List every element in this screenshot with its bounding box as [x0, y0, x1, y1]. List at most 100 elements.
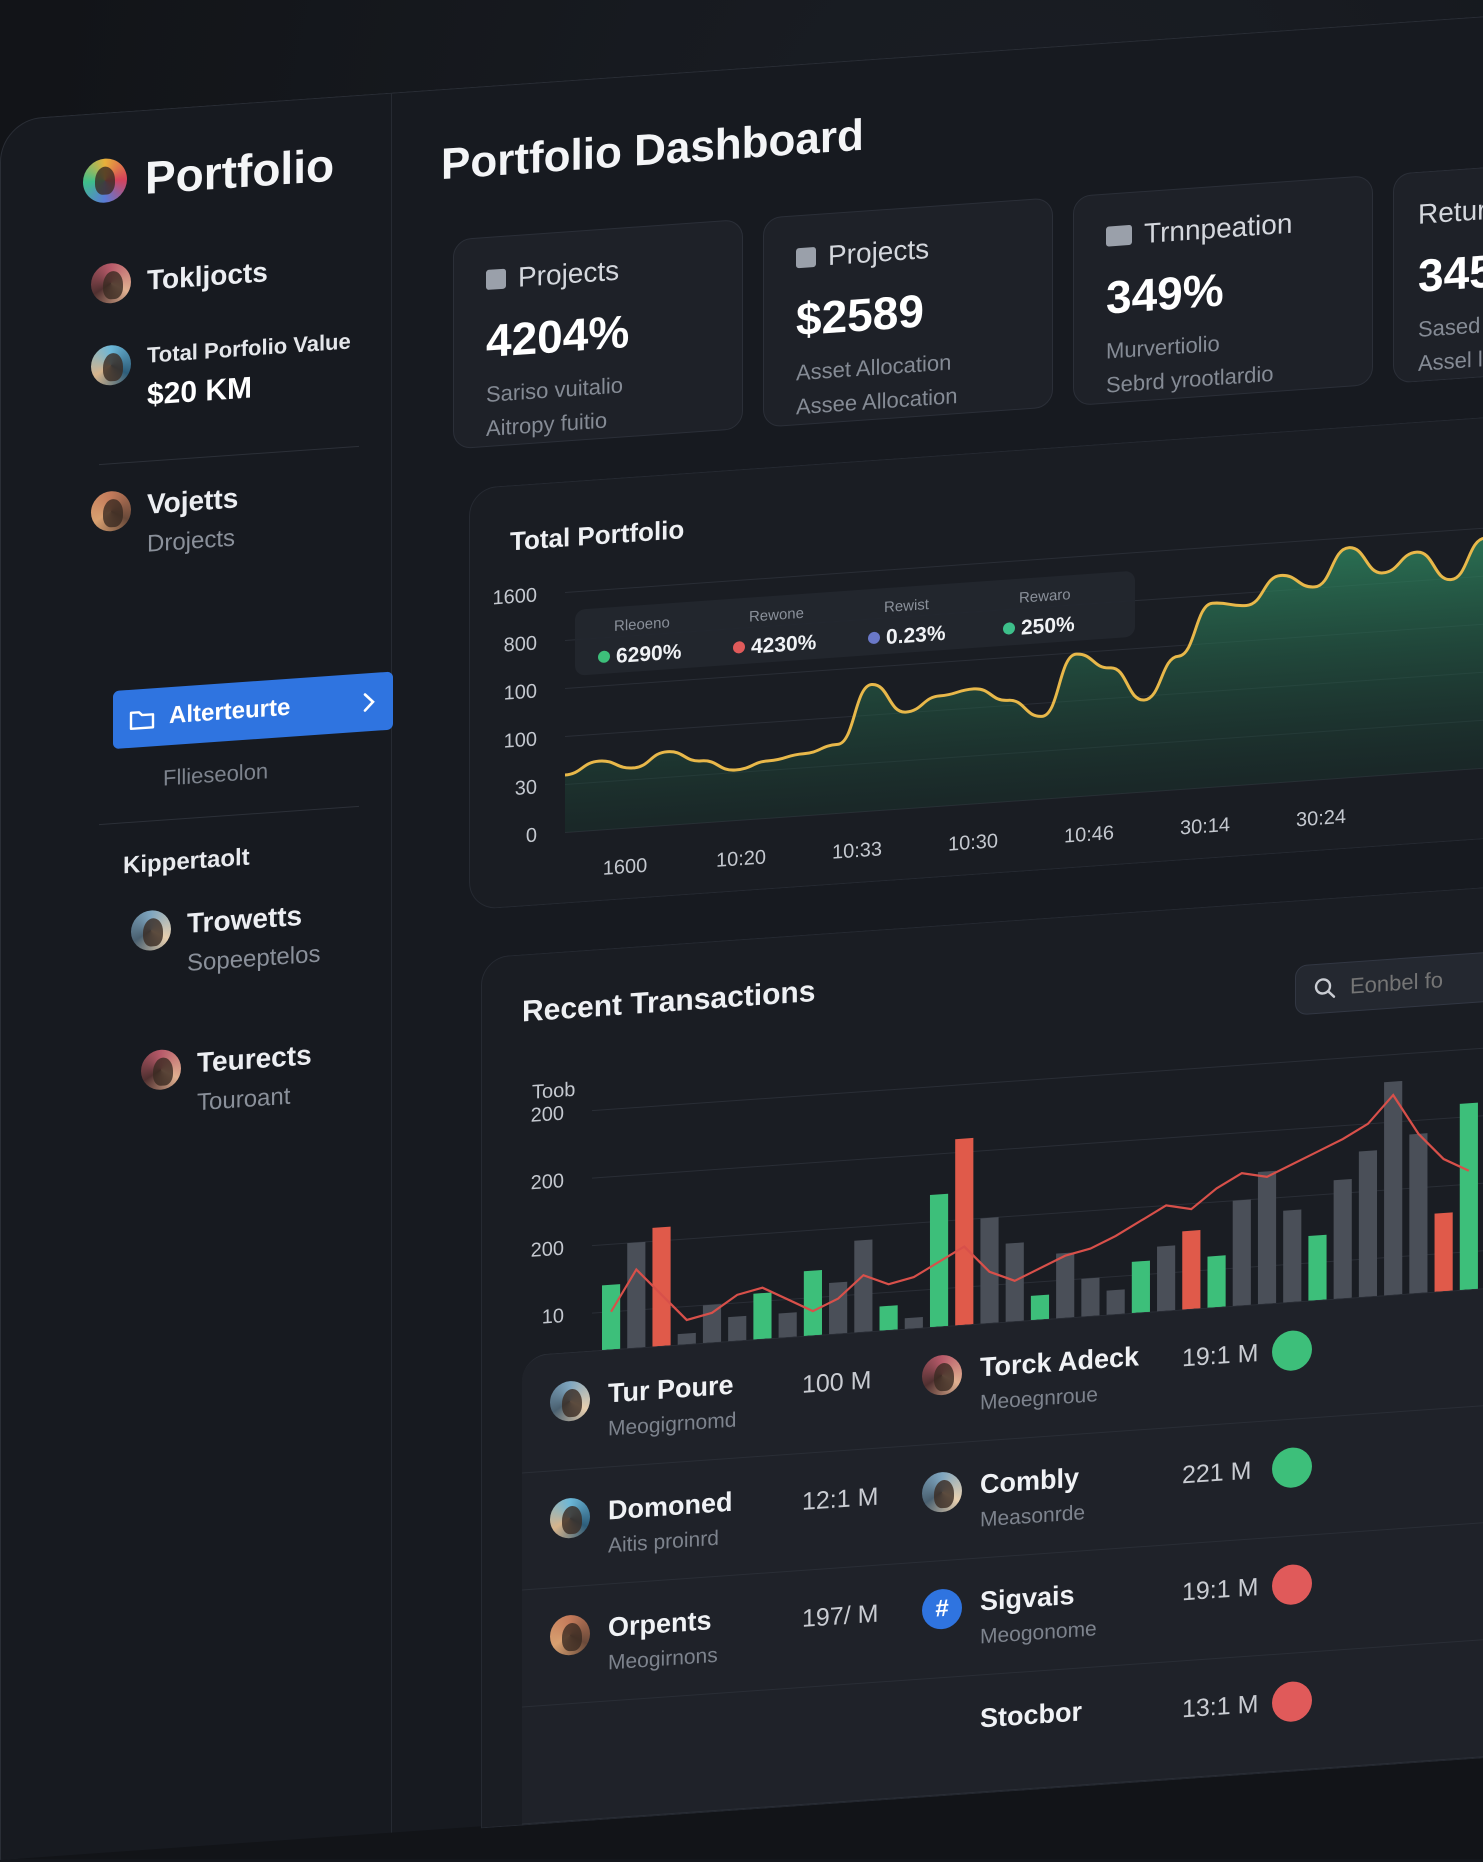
total-value-amount: $20 KM	[147, 371, 253, 412]
sidebar-item-vojetts[interactable]: Vojetts Drojects	[91, 482, 238, 562]
x-tick-label: 10:46	[1064, 822, 1114, 847]
avatar	[550, 1613, 590, 1657]
page-title: Portfolio Dashboard	[441, 110, 864, 190]
folder-icon	[129, 711, 155, 731]
avatar	[91, 261, 131, 305]
user-card-icon	[796, 246, 816, 269]
stat-card-sub: Aitropy fuitio	[486, 407, 608, 442]
hash-icon: #	[922, 1587, 962, 1631]
status-indicator	[1272, 1446, 1312, 1490]
transaction-amount: 197/ M	[802, 1599, 879, 1633]
stat-card-sub: Assee Allocation	[796, 383, 958, 420]
portfolio-area-chart: 0 30 100 100 800 1600 1600 10:20 10:33 10:30 10:46…	[493, 527, 1483, 880]
transaction-amount: 19:1 M	[1182, 1573, 1259, 1607]
transaction-meta: Meogirnons	[608, 1643, 718, 1675]
sidebar-item-trowetts[interactable]: Trowetts Sopeeptelos	[131, 899, 320, 982]
transaction-amount: 13:1 M	[1182, 1690, 1259, 1724]
sidebar-item-title: Teurects	[197, 1039, 312, 1079]
sidebar-divider	[99, 445, 359, 466]
y-tick-label: 200	[531, 1238, 564, 1262]
y-tick-label: 100	[504, 728, 537, 752]
transactions-panel: Recent Transactions Toob0102002002001:01…	[481, 887, 1483, 1829]
transaction-name: Tur Poure	[608, 1369, 734, 1409]
stat-card-sub: Assel l	[1418, 346, 1483, 376]
avatar	[922, 1353, 962, 1397]
y-tick-label: 100	[504, 680, 537, 704]
legend-label: Rewaro	[1019, 586, 1071, 607]
legend-value: 250%	[1021, 613, 1075, 640]
stat-card-sub: Sased b	[1418, 311, 1483, 342]
transaction-name: Stocbor	[980, 1696, 1083, 1734]
y-tick-label: 200	[531, 1170, 564, 1194]
stat-card-label: Projects	[828, 233, 930, 272]
transaction-amount: 100 M	[802, 1366, 872, 1399]
transaction-meta: Aitis proinrd	[608, 1526, 719, 1558]
stat-card-label: Projects	[518, 254, 620, 293]
transaction-amount: 12:1 M	[802, 1482, 879, 1516]
sidebar-item-subtitle: Drojects	[147, 524, 236, 558]
sidebar-item-title: Trowetts	[187, 899, 303, 939]
stat-card-value: $2589	[796, 284, 924, 346]
stat-card-value: 349%	[1106, 263, 1224, 324]
brand[interactable]: Portfolio	[83, 138, 334, 210]
total-value-label: Total Porfolio Value	[147, 328, 351, 368]
y-tick-label: 200	[531, 1103, 564, 1127]
transactions-title: Recent Transactions	[522, 974, 816, 1029]
search-icon	[1314, 978, 1336, 998]
screen-background: Portfolio Tokljocts Total Porfolio Value…	[0, 0, 1483, 1860]
stat-card[interactable]: Projects $2589 Asset Allocation Assee Al…	[763, 197, 1053, 428]
y-tick-label: 0	[526, 824, 537, 847]
legend-value: 4230%	[751, 631, 817, 659]
y-tick-label: 800	[504, 632, 537, 656]
sidebar-item-title: Vojetts	[147, 482, 239, 520]
x-tick-label: 10:33	[832, 838, 882, 863]
bar	[1384, 1080, 1403, 1326]
sidebar-item-tokljocts[interactable]: Tokljocts	[91, 252, 268, 305]
y-tick-label: 10	[542, 1305, 564, 1329]
avatar	[141, 1048, 181, 1092]
x-tick-label: 30:24	[1296, 806, 1346, 831]
transaction-amount: 221 M	[1182, 1456, 1252, 1490]
legend-label: Rewist	[884, 596, 930, 616]
avatar	[91, 343, 131, 387]
transaction-name: Sigvais	[980, 1579, 1075, 1617]
transaction-amount: 19:1 M	[1182, 1339, 1259, 1373]
x-tick-label: 10:30	[948, 830, 998, 855]
status-indicator	[1272, 1563, 1312, 1607]
sidebar-item-active[interactable]: Alterteurte	[113, 671, 393, 750]
main-content: Portfolio Dashboard Projects 4204% Saris…	[391, 17, 1483, 1832]
grid-line	[592, 1047, 1483, 1112]
x-tick-label: 10:20	[716, 846, 766, 871]
transactions-table: Tur Poure Meogigrnomd 100 M Torck Adeck Me…	[522, 1278, 1483, 1825]
transaction-meta: Meogigrnomd	[608, 1408, 737, 1441]
stat-card-sub: Sebrd yrootlardio	[1106, 360, 1274, 398]
brand-avatar	[83, 157, 127, 205]
legend-value: 6290%	[616, 640, 682, 668]
transaction-name: Combly	[980, 1462, 1080, 1500]
stat-card[interactable]: Return 3450 Sased b Assel l	[1393, 167, 1483, 384]
y-tick-label: 1600	[493, 584, 537, 609]
y-tick-label: 30	[515, 776, 537, 800]
avatar	[131, 909, 171, 952]
status-indicator	[1272, 1680, 1312, 1724]
total-value-block: Total Porfolio Value $20 KM	[91, 328, 351, 416]
sidebar-divider	[99, 805, 359, 826]
sidebar: Portfolio Tokljocts Total Porfolio Value…	[41, 93, 393, 1858]
stat-card-value: 4204%	[486, 304, 630, 368]
stat-card-label: Trnnpeation	[1144, 207, 1293, 250]
active-item-label: Alterteurte	[169, 693, 291, 730]
sidebar-item-subtitle: Sopeeptelos	[187, 940, 321, 977]
stat-card-label: Return	[1418, 192, 1483, 230]
sidebar-item-subtitle: Touroant	[197, 1082, 291, 1117]
avatar	[91, 489, 131, 533]
transaction-name: Domoned	[608, 1486, 733, 1526]
stat-card[interactable]: Projects 4204% Sariso vuitalio Aitropy f…	[453, 219, 743, 450]
portfolio-chart-panel: Total Portfolio 0 30 100 100 800 1600 1600 10:2…	[469, 417, 1483, 911]
x-tick-label: 1600	[603, 855, 647, 880]
brand-title: Portfolio	[145, 138, 335, 204]
sidebar-item-teurects[interactable]: Teurects Touroant	[141, 1039, 312, 1121]
image-icon	[1106, 224, 1132, 247]
stat-card[interactable]: Trnnpeation 349% Murvertiolio Sebrd yroo…	[1073, 174, 1373, 406]
avatar	[550, 1496, 590, 1540]
transaction-name: Orpents	[608, 1605, 712, 1643]
